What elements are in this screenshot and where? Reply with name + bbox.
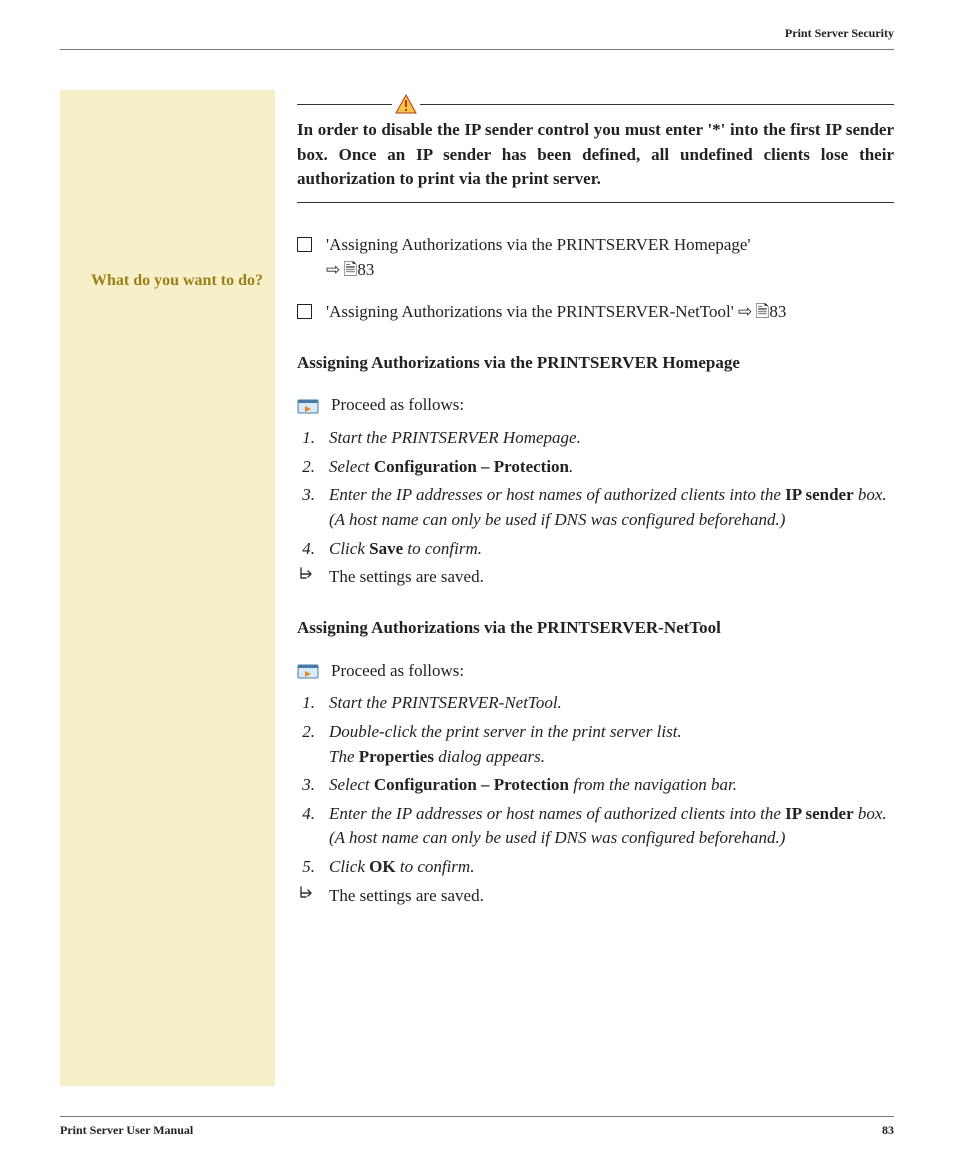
step-number: 3. bbox=[297, 773, 315, 798]
running-header: Print Server Security bbox=[60, 20, 894, 49]
checklist-text: 'Assigning Authorizations via the PRINTS… bbox=[326, 233, 894, 282]
step-text: Click OK to confirm. bbox=[329, 855, 894, 880]
checklist-text: 'Assigning Authorizations via the PRINTS… bbox=[326, 300, 894, 325]
footer-rule bbox=[60, 1116, 894, 1117]
proceed-label: Proceed as follows: bbox=[331, 659, 464, 684]
step-text: Enter the IP addresses or host names of … bbox=[329, 802, 894, 851]
step-number: 4. bbox=[297, 537, 315, 562]
step-item: 4. Click Save to confirm. bbox=[297, 537, 894, 562]
step-text: Enter the IP addresses or host names of … bbox=[329, 483, 894, 532]
sidebar: What do you want to do? bbox=[60, 90, 275, 1086]
warning-block: In order to disable the IP sender contro… bbox=[297, 94, 894, 203]
step-text: Start the PRINTSERVER Homepage. bbox=[329, 426, 894, 451]
step-list: 1. Start the PRINTSERVER Homepage. 2. Selec… bbox=[297, 426, 894, 561]
checklist: 'Assigning Authorizations via the PRINTS… bbox=[297, 233, 894, 325]
step-number: 2. bbox=[297, 720, 315, 769]
result-text: The settings are saved. bbox=[329, 565, 484, 590]
section-heading: Assigning Authorizations via the PRINTSE… bbox=[297, 351, 894, 376]
step-text: Start the PRINTSERVER-NetTool. bbox=[329, 691, 894, 716]
step-item: 1. Start the PRINTSERVER-NetTool. bbox=[297, 691, 894, 716]
proceed-icon bbox=[297, 397, 319, 415]
step-number: 5. bbox=[297, 855, 315, 880]
proceed-row: Proceed as follows: bbox=[297, 659, 894, 684]
proceed-row: Proceed as follows: bbox=[297, 393, 894, 418]
footer-manual-title: Print Server User Manual bbox=[60, 1123, 193, 1138]
step-item: 5. Click OK to confirm. bbox=[297, 855, 894, 880]
step-text: Select Configuration – Protection. bbox=[329, 455, 894, 480]
step-item: 1. Start the PRINTSERVER Homepage. bbox=[297, 426, 894, 451]
step-text: Click Save to confirm. bbox=[329, 537, 894, 562]
result-text: The settings are saved. bbox=[329, 884, 484, 909]
step-number: 4. bbox=[297, 802, 315, 851]
result-row: The settings are saved. bbox=[297, 884, 894, 909]
page-footer: Print Server User Manual 83 bbox=[60, 1086, 894, 1138]
step-item: 4. Enter the IP addresses or host names o… bbox=[297, 802, 894, 851]
step-number: 2. bbox=[297, 455, 315, 480]
step-text: Double-click the print server in the pri… bbox=[329, 720, 894, 769]
checklist-item: 'Assigning Authorizations via the PRINTS… bbox=[297, 233, 894, 282]
step-item: 2. Select Configuration – Protection. bbox=[297, 455, 894, 480]
step-item: 3. Enter the IP addresses or host names o… bbox=[297, 483, 894, 532]
step-item: 3. Select Configuration – Protection from… bbox=[297, 773, 894, 798]
step-number: 1. bbox=[297, 691, 315, 716]
result-row: The settings are saved. bbox=[297, 565, 894, 590]
result-icon bbox=[297, 565, 315, 590]
checklist-item: 'Assigning Authorizations via the PRINTS… bbox=[297, 300, 894, 325]
step-item: 2. Double-click the print server in the p… bbox=[297, 720, 894, 769]
step-text: Select Configuration – Protection from t… bbox=[329, 773, 894, 798]
step-number: 1. bbox=[297, 426, 315, 451]
main-content: In order to disable the IP sender contro… bbox=[297, 90, 894, 1086]
sidebar-prompt: What do you want to do? bbox=[60, 270, 263, 292]
warning-text: In order to disable the IP sender contro… bbox=[297, 118, 894, 192]
header-rule bbox=[60, 49, 894, 50]
step-number: 3. bbox=[297, 483, 315, 532]
section-heading: Assigning Authorizations via the PRINTSE… bbox=[297, 616, 894, 641]
warning-icon bbox=[395, 94, 417, 114]
footer-page-number: 83 bbox=[882, 1123, 894, 1138]
checkbox-icon bbox=[297, 237, 312, 252]
proceed-label: Proceed as follows: bbox=[331, 393, 464, 418]
checkbox-icon bbox=[297, 304, 312, 319]
step-list: 1. Start the PRINTSERVER-NetTool. 2. Double… bbox=[297, 691, 894, 879]
result-icon bbox=[297, 884, 315, 909]
proceed-icon bbox=[297, 662, 319, 680]
